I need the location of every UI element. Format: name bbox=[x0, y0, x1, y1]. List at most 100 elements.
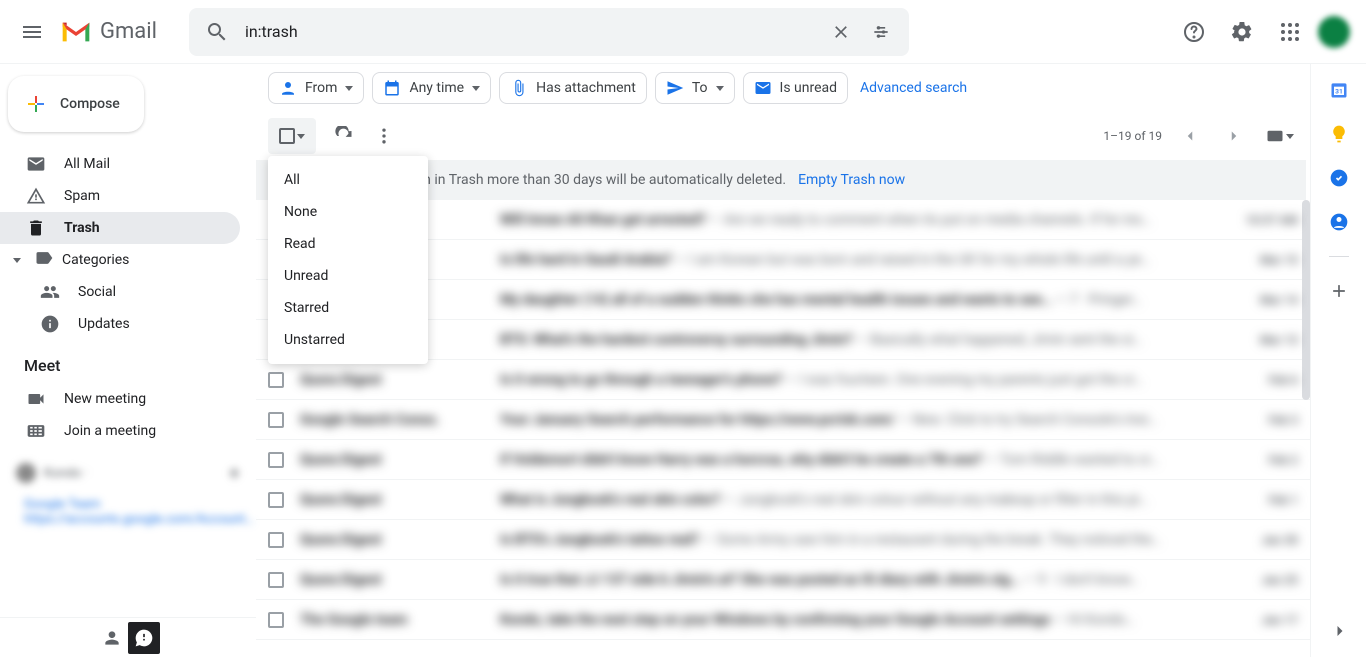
settings-icon[interactable] bbox=[1222, 12, 1262, 52]
date: Jan 30 bbox=[1238, 533, 1298, 547]
people-icon bbox=[40, 282, 60, 302]
tasks-app-icon[interactable] bbox=[1329, 168, 1349, 188]
select-all-button[interactable] bbox=[268, 118, 316, 154]
subject: If Voldemort didn't know Harry was a hor… bbox=[500, 452, 1238, 468]
folder-label: Categories bbox=[62, 252, 129, 268]
select-none-option[interactable]: None bbox=[268, 196, 428, 228]
subject: BTS: What's the hardest controversy surr… bbox=[500, 332, 1238, 348]
empty-trash-link[interactable]: Empty Trash now bbox=[798, 172, 905, 188]
row-checkbox[interactable] bbox=[268, 452, 284, 468]
select-starred-option[interactable]: Starred bbox=[268, 292, 428, 324]
apps-icon[interactable] bbox=[1270, 12, 1310, 52]
hangouts-tab-chat[interactable] bbox=[128, 622, 160, 654]
spam-icon bbox=[26, 186, 46, 206]
mail-row[interactable]: Quora DigestIs BTS's Jungkook's tattoo r… bbox=[256, 520, 1310, 560]
mail-row[interactable]: Quora DigestWhat is Jungkook's real skin… bbox=[256, 480, 1310, 520]
contacts-app-icon[interactable] bbox=[1329, 212, 1349, 232]
search-options-icon[interactable] bbox=[861, 12, 901, 52]
folder-label: Updates bbox=[78, 316, 130, 332]
row-checkbox[interactable] bbox=[268, 572, 284, 588]
account-avatar[interactable] bbox=[1318, 16, 1350, 48]
select-all-option[interactable]: All bbox=[268, 164, 428, 196]
meet-section-label: Meet bbox=[0, 340, 256, 383]
sidebar-item-updates[interactable]: Updates bbox=[0, 308, 240, 340]
label-icon bbox=[34, 248, 54, 272]
compose-button[interactable]: Compose bbox=[8, 76, 144, 132]
support-icon[interactable] bbox=[1174, 12, 1214, 52]
filter-attachment-chip[interactable]: Has attachment bbox=[499, 72, 647, 104]
folder-label: Join a meeting bbox=[64, 423, 156, 439]
subject: Is it true that JJ 137 side b Jimin's at… bbox=[500, 572, 1238, 588]
subject: Will Imran Ali Khan get arrested? — Are … bbox=[500, 212, 1238, 228]
mail-row[interactable]: Quora DigestIs it true that JJ 137 side … bbox=[256, 560, 1310, 600]
main-menu-button[interactable] bbox=[8, 8, 56, 56]
date: Mar 14 bbox=[1238, 293, 1298, 307]
keep-app-icon[interactable] bbox=[1329, 124, 1349, 144]
filter-unread-chip[interactable]: Is unread bbox=[743, 72, 849, 104]
keyboard-icon bbox=[26, 421, 46, 441]
send-icon bbox=[666, 79, 684, 97]
svg-text:31: 31 bbox=[1335, 87, 1343, 95]
mail-row[interactable]: The Google teamKondo, take the next step… bbox=[256, 600, 1310, 640]
mail-row[interactable]: Quora DigestIf Voldemort didn't know Har… bbox=[256, 440, 1310, 480]
caret-down-icon bbox=[716, 86, 724, 91]
date: Feb 2 bbox=[1238, 453, 1298, 467]
folder-label: New meeting bbox=[64, 391, 146, 407]
row-checkbox[interactable] bbox=[268, 612, 284, 628]
side-panel-toggle[interactable] bbox=[1330, 621, 1350, 645]
calendar-app-icon[interactable]: 31 bbox=[1329, 80, 1349, 100]
search-icon[interactable] bbox=[197, 12, 237, 52]
pagination-text: 1–19 of 19 bbox=[1103, 129, 1162, 143]
person-icon bbox=[279, 79, 297, 97]
info-icon bbox=[40, 314, 60, 334]
hangouts-tab-contacts[interactable] bbox=[96, 622, 128, 654]
sidebar-item-new-meeting[interactable]: New meeting bbox=[0, 383, 240, 415]
folder-label: Social bbox=[78, 284, 116, 300]
subject: Is BTS's Jungkook's tattoo real? — Some … bbox=[500, 532, 1238, 548]
sidebar-item-spam[interactable]: Spam bbox=[0, 180, 240, 212]
add-app-icon[interactable] bbox=[1329, 281, 1349, 301]
advanced-search-link[interactable]: Advanced search bbox=[860, 80, 967, 96]
mail-icon bbox=[26, 154, 46, 174]
compose-label: Compose bbox=[60, 96, 120, 112]
row-checkbox[interactable] bbox=[268, 532, 284, 548]
date: Feb 6 bbox=[1238, 373, 1298, 387]
sidebar-item-trash[interactable]: Trash bbox=[0, 212, 240, 244]
subject: Your January Search performance for http… bbox=[500, 412, 1238, 428]
select-dropdown: All None Read Unread Starred Unstarred bbox=[268, 156, 428, 364]
select-unread-option[interactable]: Unread bbox=[268, 260, 428, 292]
row-checkbox[interactable] bbox=[268, 492, 284, 508]
select-read-option[interactable]: Read bbox=[268, 228, 428, 260]
mail-row[interactable]: Quora DigestIs it wrong to go through a … bbox=[256, 360, 1310, 400]
filter-anytime-chip[interactable]: Any time bbox=[372, 72, 491, 104]
more-button[interactable] bbox=[364, 116, 404, 156]
refresh-button[interactable] bbox=[324, 116, 364, 156]
sidebar-item-social[interactable]: Social bbox=[0, 276, 240, 308]
row-checkbox[interactable] bbox=[268, 412, 284, 428]
search-box[interactable] bbox=[189, 8, 909, 56]
new-chat-button[interactable]: + bbox=[229, 461, 240, 485]
scrollbar[interactable] bbox=[1302, 200, 1310, 400]
next-page-button[interactable] bbox=[1218, 120, 1250, 152]
mail-row[interactable]: Google Search Conso.Your January Search … bbox=[256, 400, 1310, 440]
sender: Quora Digest bbox=[300, 532, 500, 548]
select-unstarred-option[interactable]: Unstarred bbox=[268, 324, 428, 356]
sidebar-item-join-meeting[interactable]: Join a meeting bbox=[0, 415, 240, 447]
gmail-logo[interactable]: Gmail bbox=[56, 19, 181, 44]
input-tools-button[interactable] bbox=[1262, 116, 1298, 156]
prev-page-button[interactable] bbox=[1174, 120, 1206, 152]
search-input[interactable] bbox=[237, 22, 821, 41]
clear-search-icon[interactable] bbox=[821, 12, 861, 52]
product-name: Gmail bbox=[100, 19, 157, 44]
sidebar-item-categories[interactable]: Categories bbox=[0, 244, 256, 276]
trash-icon bbox=[26, 218, 46, 238]
date: Mar 13 bbox=[1238, 333, 1298, 347]
subject: Kondo, take the next step on your Window… bbox=[500, 612, 1238, 628]
sidebar-item-all-mail[interactable]: All Mail bbox=[0, 148, 240, 180]
filter-to-chip[interactable]: To bbox=[655, 72, 735, 104]
folder-label: Spam bbox=[64, 188, 100, 204]
row-checkbox[interactable] bbox=[268, 372, 284, 388]
caret-down-icon bbox=[472, 86, 480, 91]
sender: Google Search Conso. bbox=[300, 412, 500, 428]
filter-from-chip[interactable]: From bbox=[268, 72, 364, 104]
